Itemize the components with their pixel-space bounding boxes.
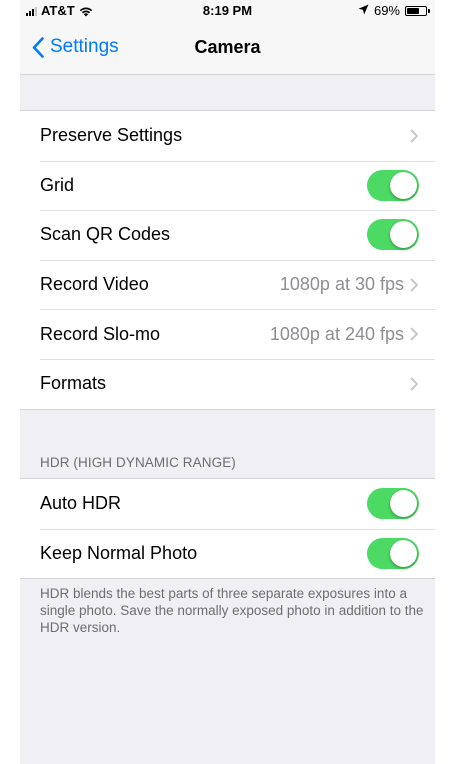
keep-normal-photo-toggle[interactable] <box>367 537 419 569</box>
row-label: Grid <box>40 174 75 195</box>
page-title: Camera <box>194 37 261 57</box>
auto-hdr-toggle[interactable] <box>367 488 419 520</box>
row-label: Record Slo-mo <box>40 323 161 344</box>
toggle-knob <box>390 539 417 567</box>
settings-row-record-video[interactable]: Record Video 1080p at 30 fps <box>20 259 435 310</box>
settings-row-record-slo-mo[interactable]: Record Slo-mo 1080p at 240 fps <box>20 309 435 359</box>
row-label: Record Video <box>40 274 149 295</box>
row-value: 1080p at 240 fps <box>269 323 404 344</box>
settings-row-keep-normal-photo: Keep Normal Photo <box>20 528 435 579</box>
navigation-bar: Settings Camera <box>20 20 435 75</box>
chevron-right-icon <box>410 377 418 391</box>
camera-settings-group: Preserve Settings Grid Scan QR Codes Record… <box>20 110 435 410</box>
settings-screen: AT&T 8:19 PM 69% Settings Camera Preserv… <box>20 0 435 764</box>
row-label: Keep Normal Photo <box>40 542 198 563</box>
chevron-right-icon <box>410 327 418 341</box>
hdr-settings-group: Auto HDR Keep Normal Photo <box>20 478 435 580</box>
settings-row-preserve-settings[interactable]: Preserve Settings <box>20 111 435 161</box>
hdr-section-header: HDR (HIGH DYNAMIC RANGE) <box>40 455 236 470</box>
row-label: Formats <box>40 373 107 394</box>
scan-qr-codes-toggle[interactable] <box>367 219 419 251</box>
settings-row-formats[interactable]: Formats <box>20 358 435 409</box>
toggle-knob <box>390 490 417 518</box>
row-label: Preserve Settings <box>40 125 183 146</box>
grid-toggle[interactable] <box>367 169 419 201</box>
row-label: Auto HDR <box>40 493 122 514</box>
settings-row-auto-hdr: Auto HDR <box>20 479 435 529</box>
battery-percentage: 69% <box>373 3 400 18</box>
status-bar: AT&T 8:19 PM 69% <box>20 0 435 20</box>
toggle-knob <box>390 171 417 199</box>
location-arrow-icon <box>358 3 369 18</box>
chevron-right-icon <box>410 278 418 292</box>
toggle-knob <box>390 221 417 249</box>
row-label: Scan QR Codes <box>40 224 171 245</box>
row-value: 1080p at 30 fps <box>279 274 404 295</box>
chevron-right-icon <box>410 129 418 143</box>
battery-icon <box>405 5 430 16</box>
settings-row-scan-qr-codes: Scan QR Codes <box>20 210 435 260</box>
settings-row-grid: Grid <box>20 160 435 211</box>
hdr-section-footer: HDR blends the best parts of three separ… <box>40 586 424 635</box>
